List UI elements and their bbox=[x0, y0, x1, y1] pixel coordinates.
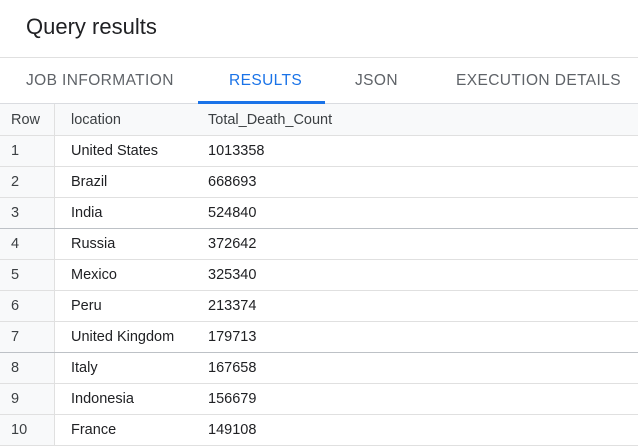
table-header: Row location Total_Death_Count bbox=[0, 104, 638, 136]
page-title: Query results bbox=[26, 13, 157, 39]
total-death-count-cell: 156679 bbox=[208, 391, 257, 407]
table-row[interactable]: 2 Brazil 668693 bbox=[0, 167, 638, 198]
location-cell: Russia bbox=[71, 236, 116, 252]
table-row[interactable]: 1 United States 1013358 bbox=[0, 136, 638, 167]
location-cell: India bbox=[71, 205, 103, 221]
location-cell: United States bbox=[71, 143, 159, 159]
query-results-panel: Query results JOB INFORMATION RESULTS JS… bbox=[0, 0, 638, 446]
location-cell: France bbox=[71, 422, 117, 438]
total-death-count-cell: 524840 bbox=[208, 205, 257, 221]
row-number-cell: 4 bbox=[0, 229, 55, 259]
column-header-location: location bbox=[71, 111, 121, 128]
location-cell: Indonesia bbox=[71, 391, 134, 407]
table-row[interactable]: 3 India 524840 bbox=[0, 198, 638, 229]
column-header-total-death-count: Total_Death_Count bbox=[208, 111, 333, 128]
total-death-count-cell: 372642 bbox=[208, 236, 257, 252]
location-cell: Mexico bbox=[71, 267, 117, 283]
location-cell: Brazil bbox=[71, 174, 108, 190]
row-number-cell: 7 bbox=[0, 322, 55, 352]
total-death-count-cell: 1013358 bbox=[208, 143, 265, 159]
results-tabs: JOB INFORMATION RESULTS JSON EXECUTION D… bbox=[0, 58, 638, 104]
row-number-cell: 9 bbox=[0, 384, 55, 414]
total-death-count-cell: 325340 bbox=[208, 267, 257, 283]
row-number-cell: 1 bbox=[0, 136, 55, 166]
row-number-cell: 8 bbox=[0, 353, 55, 383]
total-death-count-cell: 668693 bbox=[208, 174, 257, 190]
total-death-count-cell: 179713 bbox=[208, 329, 257, 345]
table-row[interactable]: 8 Italy 167658 bbox=[0, 353, 638, 384]
table-row[interactable]: 6 Peru 213374 bbox=[0, 291, 638, 322]
row-number-cell: 6 bbox=[0, 291, 55, 321]
location-cell: United Kingdom bbox=[71, 329, 175, 345]
total-death-count-cell: 213374 bbox=[208, 298, 257, 314]
table-row[interactable]: 4 Russia 372642 bbox=[0, 229, 638, 260]
results-table: Row location Total_Death_Count 1 United S… bbox=[0, 104, 638, 446]
tab-json[interactable]: JSON bbox=[355, 58, 398, 104]
table-row[interactable]: 9 Indonesia 156679 bbox=[0, 384, 638, 415]
tab-job-information[interactable]: JOB INFORMATION bbox=[26, 58, 174, 104]
location-cell: Peru bbox=[71, 298, 102, 314]
tab-results[interactable]: RESULTS bbox=[229, 58, 302, 104]
table-body: 1 United States 1013358 2 Brazil 668693 3 India… bbox=[0, 136, 638, 446]
results-header: Query results bbox=[0, 0, 638, 58]
row-number-cell: 3 bbox=[0, 198, 55, 228]
row-number-cell: 2 bbox=[0, 167, 55, 197]
table-row[interactable]: 10 France 149108 bbox=[0, 415, 638, 446]
row-number-cell: 5 bbox=[0, 260, 55, 290]
total-death-count-cell: 149108 bbox=[208, 422, 257, 438]
row-number-cell: 10 bbox=[0, 415, 55, 445]
tab-execution-details[interactable]: EXECUTION DETAILS bbox=[456, 58, 621, 104]
table-row[interactable]: 7 United Kingdom 179713 bbox=[0, 322, 638, 353]
total-death-count-cell: 167658 bbox=[208, 360, 257, 376]
table-row[interactable]: 5 Mexico 325340 bbox=[0, 260, 638, 291]
column-header-row: Row bbox=[0, 104, 55, 135]
location-cell: Italy bbox=[71, 360, 98, 376]
